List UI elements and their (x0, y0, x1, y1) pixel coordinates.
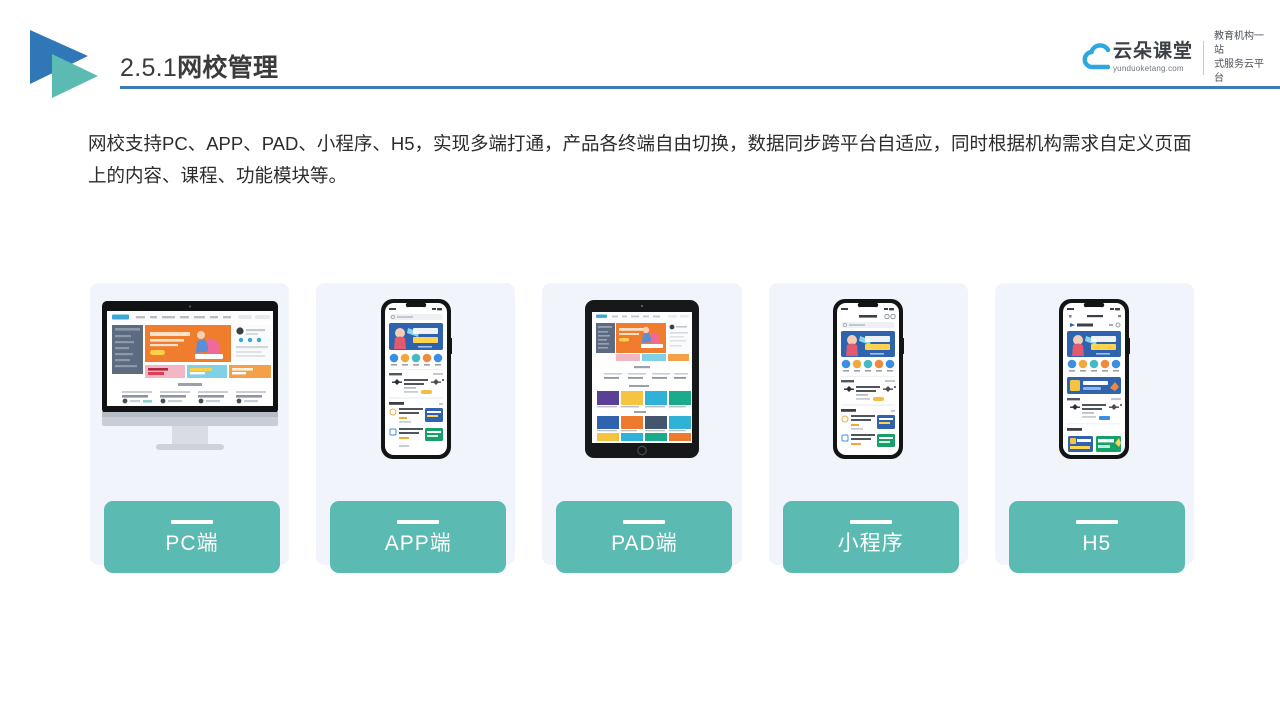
cta-label: PC端 (165, 531, 219, 555)
brand-divider (1203, 41, 1204, 75)
brand-tagline-line2: 式服务云平台 (1214, 59, 1264, 84)
double-triangle-play-icon (26, 28, 102, 100)
section-number: 2.5.1 (120, 54, 178, 82)
smartphone-icon (832, 289, 905, 469)
slide-header: 2.5.1网校管理 云朵课堂 yunduoketang.com 教育机构一站 式… (0, 0, 1280, 110)
brand-logo: 云朵课堂 yunduoketang.com 教育机构一站 式服务云平台 (1082, 31, 1268, 84)
smartphone-icon (1058, 289, 1131, 469)
cta-label: PAD端 (611, 531, 678, 555)
cta-pad[interactable]: PAD端 (556, 501, 733, 573)
brand-url: yunduoketang.com (1112, 64, 1184, 73)
smartphone-icon (380, 289, 452, 469)
cta-label: H5 (1082, 531, 1112, 555)
cta-label: 小程序 (837, 531, 904, 555)
cta-pc[interactable]: PC端 (104, 501, 280, 573)
platform-card-app[interactable]: APP端 (316, 283, 516, 573)
platform-card-pc[interactable]: PC端 (90, 283, 290, 573)
tablet-icon (584, 289, 700, 469)
cta-dash (623, 519, 666, 524)
brand-tagline: 教育机构一站 式服务云平台 (1214, 30, 1268, 86)
title-underline (120, 86, 1280, 89)
cta-h5[interactable]: H5 (1008, 501, 1185, 573)
cta-dash (397, 519, 440, 524)
cta-dash (171, 519, 213, 524)
platform-card-miniprogram[interactable]: 小程序 (768, 283, 968, 573)
platform-card-row: PC端 APP端 PAD端 小程序 H5 (90, 283, 1195, 573)
platform-card-pad[interactable]: PAD端 (542, 283, 742, 573)
page-title: 2.5.1网校管理 (120, 48, 278, 84)
cta-dash (849, 519, 892, 524)
section-title: 网校管理 (177, 54, 279, 82)
brand-tagline-line1: 教育机构一站 (1214, 31, 1264, 56)
cta-app[interactable]: APP端 (330, 501, 507, 573)
platform-card-h5[interactable]: H5 (994, 283, 1195, 573)
cta-miniprogram[interactable]: 小程序 (782, 501, 959, 573)
cta-label: APP端 (384, 531, 452, 555)
cta-dash (1075, 519, 1118, 524)
intro-paragraph: 网校支持PC、APP、PAD、小程序、H5，实现多端打通，产品各终端自由切换，数… (88, 133, 1192, 186)
imac-desktop-icon (100, 289, 280, 469)
brand-name: 云朵课堂 (1112, 41, 1193, 62)
